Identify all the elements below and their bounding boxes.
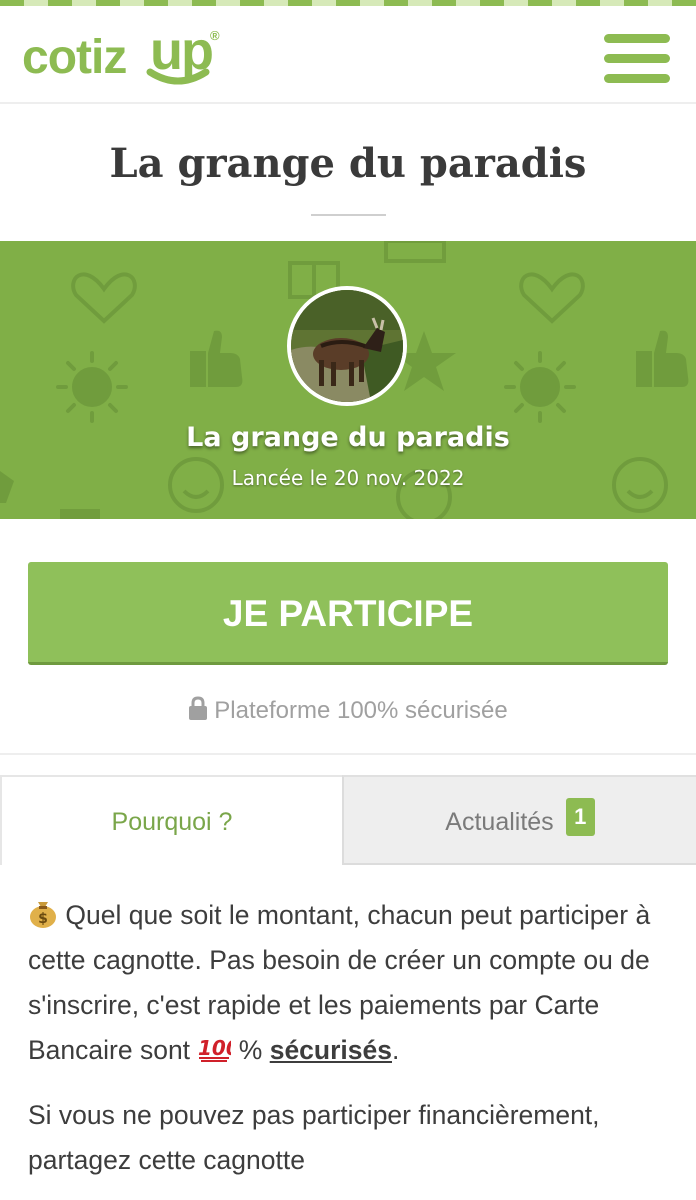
goat-photo xyxy=(291,290,403,402)
banner-title: La grange du paradis xyxy=(186,422,510,453)
tab-pourquoi[interactable]: Pourquoi ? xyxy=(0,775,342,865)
section-divider xyxy=(0,753,696,755)
description-end: . xyxy=(392,1035,400,1065)
tab-actualites-label: Actualités xyxy=(445,808,554,836)
cotizup-logo[interactable]: cotiz up ® xyxy=(22,24,232,94)
page-title: La grange du paradis xyxy=(109,140,587,187)
registered-mark: ® xyxy=(210,28,220,43)
logo-smile-icon xyxy=(146,68,210,85)
tab-content: $ Quel que soit le montant, chacun peut … xyxy=(28,893,668,1200)
launch-date: Lancée le 20 nov. 2022 xyxy=(231,466,465,490)
header: cotiz up ® xyxy=(0,6,696,104)
description-paragraph: $ Quel que soit le montant, chacun peut … xyxy=(28,893,668,1073)
lock-icon xyxy=(189,696,208,720)
svg-text:$: $ xyxy=(38,911,48,927)
security-notice: Plateforme 100% sécurisée xyxy=(0,696,696,725)
money-bag-icon: $ xyxy=(30,902,56,928)
share-paragraph: Si vous ne pouvez pas participer financi… xyxy=(28,1100,600,1175)
security-text: Plateforme 100% sécurisée xyxy=(214,697,508,724)
secured-link[interactable]: sécurisés xyxy=(270,1035,392,1065)
svg-text:100: 100 xyxy=(198,1036,231,1060)
tab-pourquoi-label: Pourquoi ? xyxy=(111,808,233,836)
participate-button[interactable]: JE PARTICIPE xyxy=(28,562,668,665)
hundred-points-icon: 100 xyxy=(198,1036,231,1062)
news-count-badge: 1 xyxy=(565,798,595,836)
tab-actualites[interactable]: Actualités 1 xyxy=(342,775,696,865)
logo-text: cotiz xyxy=(22,31,127,84)
title-divider xyxy=(311,214,386,216)
hamburger-menu-icon[interactable] xyxy=(604,34,670,84)
description-percent: % xyxy=(231,1035,270,1065)
campaign-avatar xyxy=(287,286,407,406)
